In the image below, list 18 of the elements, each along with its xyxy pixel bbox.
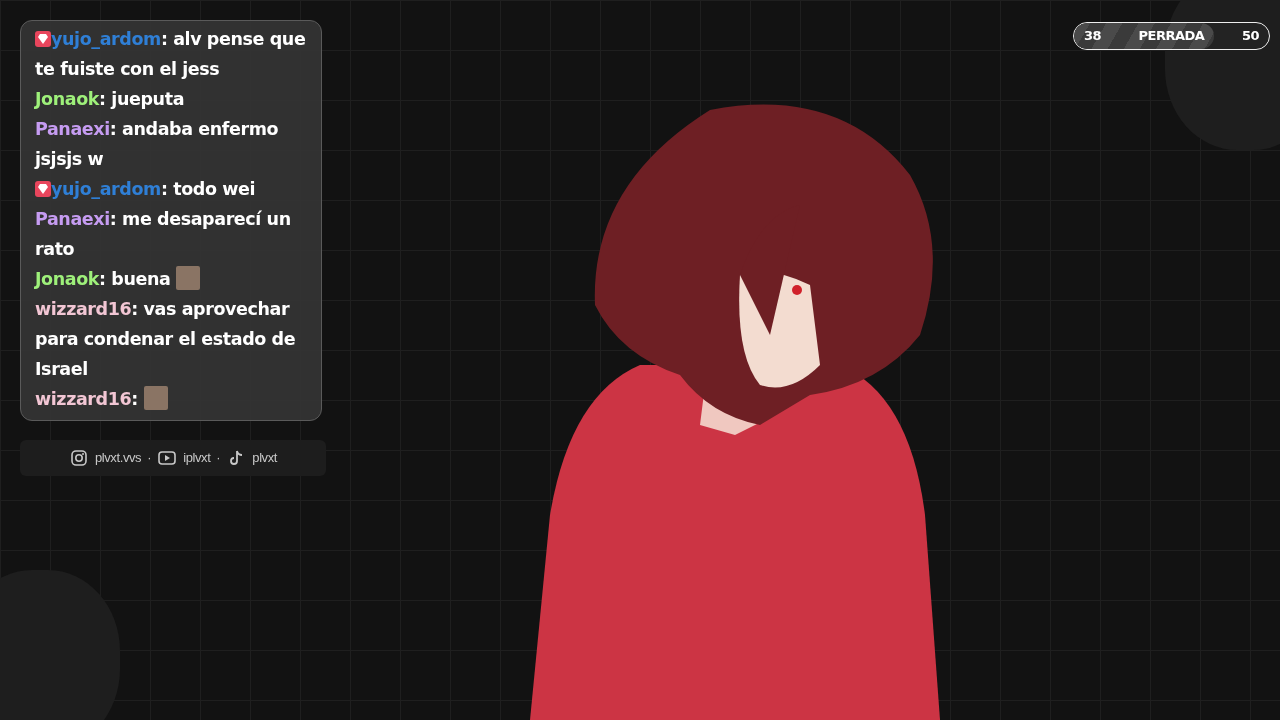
chat-message: Jonaok: buena [35,264,317,294]
goal-count: 50 [1241,27,1259,46]
social-handle: plvxt.vvs [94,449,142,468]
separator-dot: · [147,449,152,468]
play-icon [157,448,178,468]
chat-message: wizzard16: vas aprovechar para condenar el estado de Israel [35,298,297,381]
social-handle: iplvxt [183,449,211,468]
chat-message: Panaexi: me desaparecí un rato [35,208,292,261]
goal-label: PERRADA [1138,27,1205,46]
chat-message: Jonaok: jueputa [35,88,186,111]
separator-dot: · [216,449,221,468]
chat-message: yujo_ardom: todo wei [35,174,317,204]
chat-message: wizzard16: [35,384,317,414]
camera-icon [68,448,89,468]
chat-message: yujo_ardom: alv pense que te fuiste con el jess [35,28,307,81]
current-count: 38 [1084,27,1102,46]
chat-message: Panaexi: andaba enfermo jsjsjs w [35,118,280,171]
social-handle: plvxt [252,449,278,468]
